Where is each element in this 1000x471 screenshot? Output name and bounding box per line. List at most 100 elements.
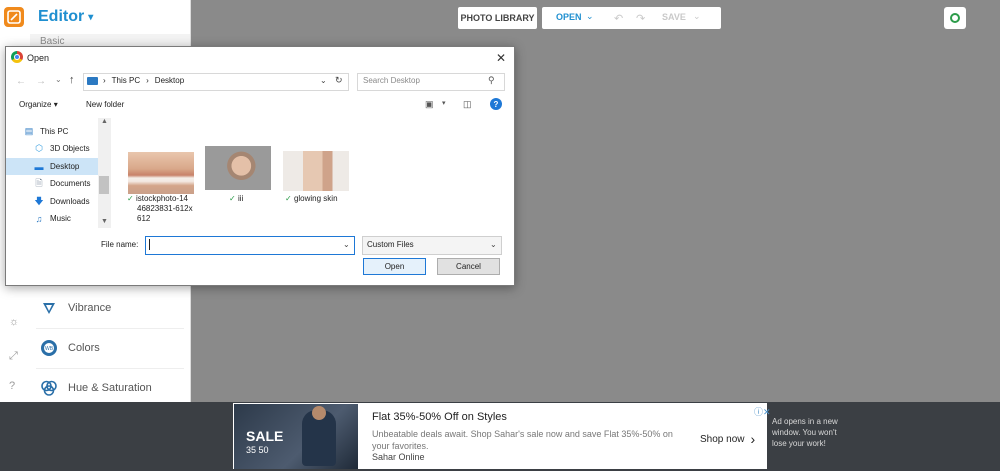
refresh-icon[interactable]: ↻	[335, 75, 343, 86]
hue-saturation-icon	[38, 377, 60, 399]
sync-check-icon: ✓	[127, 194, 134, 203]
text-caret	[149, 239, 150, 250]
file-name: 46823831-612x	[137, 204, 193, 213]
tree-item-music[interactable]: ♫ Music	[6, 210, 98, 227]
file-type-value: Custom Files	[367, 240, 414, 249]
tree-label: Desktop	[50, 162, 80, 171]
file-label: ✓ iii	[229, 194, 243, 204]
cancel-button[interactable]: Cancel	[437, 258, 500, 275]
redo-icon[interactable]: ↷	[636, 12, 645, 25]
user-icon	[950, 13, 960, 23]
file-name-label: File name:	[101, 240, 139, 249]
tool-vibrance[interactable]: Vibrance	[30, 289, 190, 327]
file-thumbnail	[283, 151, 349, 191]
open-file-button[interactable]: Open	[363, 258, 426, 275]
chevron-down-icon[interactable]: ⌄	[693, 11, 701, 22]
ad-body: Unbeatable deals await. Shop Sahar's sal…	[372, 429, 673, 451]
document-icon: 🗎	[35, 177, 43, 188]
file-name-input[interactable]	[145, 236, 355, 255]
chevron-down-icon[interactable]: ⌄	[343, 240, 350, 249]
organize-button[interactable]: Organize ▾	[19, 100, 58, 109]
colors-icon: WB	[38, 337, 60, 359]
tool-label: Colors	[68, 342, 100, 354]
ad-brand: Sahar Online	[372, 452, 425, 462]
ad-image[interactable]: SALE 35 50	[234, 404, 358, 469]
chevron-down-icon[interactable]: ⌄	[490, 240, 497, 249]
ad-headline[interactable]: Flat 35%-50% Off on Styles	[372, 411, 507, 423]
music-icon: ♫	[35, 213, 43, 224]
file-item[interactable]: ✓ glowing skin	[283, 151, 353, 205]
file-thumbnail	[205, 146, 271, 190]
up-arrow-icon[interactable]: ↑	[69, 74, 75, 86]
tree-item-this-pc[interactable]: ▤ This PC	[6, 123, 98, 140]
undo-icon[interactable]: ↶	[614, 12, 623, 25]
tree-label: Downloads	[50, 197, 90, 206]
shop-now-button[interactable]: Shop now ›	[700, 431, 755, 447]
ad-note: Ad opens in a new window. You won't lose…	[772, 417, 838, 448]
expand-icon[interactable]: ⤢	[9, 350, 18, 363]
back-arrow-icon[interactable]: ←	[16, 76, 26, 87]
open-button[interactable]: OPEN	[556, 12, 582, 22]
tree-label: This PC	[40, 127, 69, 136]
file-item[interactable]: ✓ iii	[205, 146, 273, 204]
chevron-down-icon[interactable]: ▾	[442, 99, 446, 107]
file-name: glowing skin	[293, 194, 338, 203]
photo-library-button[interactable]: PHOTO LIBRARY	[458, 7, 537, 29]
new-folder-button[interactable]: New folder	[86, 100, 124, 109]
path-separator: ›	[146, 76, 149, 85]
file-label: ✓ glowing skin	[285, 194, 338, 204]
svg-text:WB: WB	[45, 346, 54, 352]
file-name: 612	[137, 214, 151, 223]
tree-item-desktop[interactable]: ▬ Desktop	[6, 158, 98, 175]
ad-image-sale: SALE	[246, 428, 284, 444]
close-icon[interactable]: ✕	[496, 51, 506, 65]
tree-item-downloads[interactable]: 🡇 Downloads	[6, 193, 98, 210]
help-icon[interactable]: ?	[490, 98, 502, 110]
file-label: ✓ istockphoto-14 46823831-612x 612	[127, 194, 199, 224]
save-button[interactable]: SAVE	[662, 12, 686, 22]
file-item[interactable]: ✓ istockphoto-14 46823831-612x 612	[127, 151, 197, 226]
tool-colors[interactable]: WB Colors	[30, 329, 190, 367]
tree-scrollbar[interactable]	[98, 118, 110, 228]
desktop-icon: ▬	[34, 161, 44, 172]
chevron-down-icon[interactable]: ⌄	[586, 11, 594, 22]
ad-choices-icon[interactable]: ⓘ✕	[754, 405, 771, 418]
sync-check-icon: ✓	[229, 194, 236, 203]
file-name: istockphoto-14	[135, 194, 188, 203]
editor-title: Editor	[38, 8, 85, 25]
search-icon: ⚲	[488, 75, 495, 85]
view-options-icon[interactable]: ▣	[425, 99, 434, 110]
chevron-down-icon: ▾	[88, 11, 94, 23]
breadcrumb-desktop[interactable]: Desktop	[155, 76, 184, 85]
scroll-thumb[interactable]	[99, 176, 109, 194]
tree-label: 3D Objects	[50, 144, 90, 153]
computer-icon: ▤	[24, 126, 34, 136]
chevron-right-icon: ›	[750, 431, 756, 447]
path-separator: ›	[103, 76, 106, 85]
preview-pane-icon[interactable]: ◫	[463, 99, 472, 110]
search-placeholder: Search Desktop	[363, 76, 420, 85]
ad-image-percent: 35 50	[246, 445, 269, 455]
account-button[interactable]	[944, 7, 966, 29]
scroll-up-icon[interactable]: ▲	[101, 118, 108, 125]
model-head	[312, 406, 326, 420]
download-icon: 🡇	[34, 195, 44, 206]
sync-check-icon: ✓	[285, 194, 292, 203]
tree-item-3d-objects[interactable]: ⬡ 3D Objects	[6, 140, 98, 157]
scroll-down-icon[interactable]: ▼	[101, 218, 108, 225]
editor-menu[interactable]: Editor ▾	[38, 8, 93, 26]
tool-label: Vibrance	[68, 302, 112, 314]
help-icon[interactable]: ?	[9, 380, 15, 392]
lightbulb-icon[interactable]: ☼	[9, 316, 19, 328]
app-logo-icon[interactable]	[4, 7, 24, 27]
forward-arrow-icon[interactable]: →	[36, 76, 46, 87]
breadcrumb-this-pc[interactable]: This PC	[112, 76, 140, 85]
chrome-icon	[11, 51, 23, 63]
tool-label: Hue & Saturation	[68, 382, 152, 394]
chevron-down-icon[interactable]: ⌄	[55, 75, 62, 84]
tree-item-documents[interactable]: 🗎 Documents	[6, 175, 98, 192]
dialog-title: Open	[27, 53, 50, 63]
tree-label: Documents	[50, 179, 91, 188]
chevron-down-icon[interactable]: ⌄	[320, 76, 327, 85]
file-thumbnail	[128, 152, 194, 194]
